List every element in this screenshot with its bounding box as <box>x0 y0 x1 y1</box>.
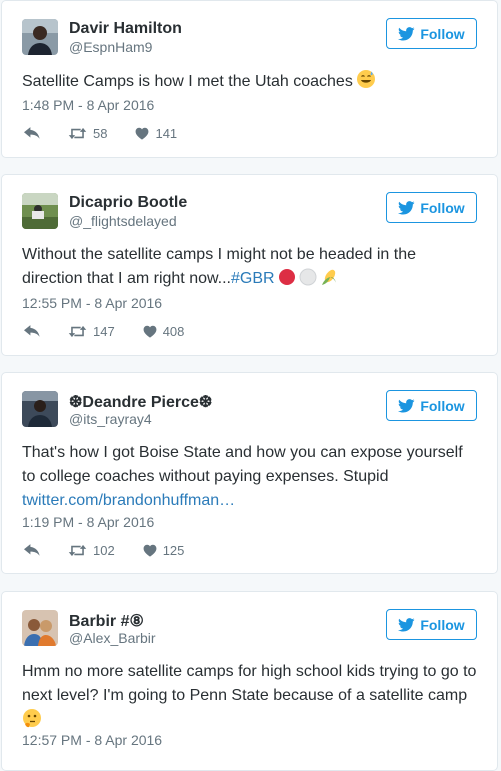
follow-button[interactable]: Follow <box>386 18 477 49</box>
avatar[interactable] <box>22 610 58 646</box>
retweet-button[interactable]: 102 <box>68 543 115 558</box>
avatar[interactable] <box>22 19 58 55</box>
reply-icon <box>24 544 40 557</box>
tweet-text-body: Satellite Camps is how I met the Utah co… <box>22 73 353 90</box>
retweet-icon <box>68 544 87 557</box>
like-button[interactable]: 125 <box>143 542 185 558</box>
tweet-card: Davir Hamilton @EspnHam9 Follow Satellit… <box>1 0 498 158</box>
tweet-text-line: to college coaches without paying expens… <box>22 468 389 485</box>
like-count: 408 <box>162 323 185 339</box>
retweet-button[interactable]: 58 <box>68 126 107 141</box>
retweet-icon <box>68 127 87 140</box>
tweet-text: Without the satellite camps I might not … <box>22 243 482 294</box>
tweet-actions: 58 141 <box>24 123 205 143</box>
tweet-timestamp[interactable]: 12:57 PM - 8 Apr 2016 <box>22 732 162 748</box>
tweet-text-line: direction that I am right now...#GBR <box>22 267 482 294</box>
corn-emoji-icon <box>320 268 338 294</box>
retweet-count: 102 <box>93 542 115 558</box>
author-name[interactable]: Dicaprio Bootle <box>69 194 187 212</box>
heart-icon <box>135 127 149 140</box>
tweet-text: Hmm no more satellite camps for high sch… <box>22 660 482 736</box>
follow-label: Follow <box>420 616 465 633</box>
reply-icon <box>24 325 40 338</box>
tweet-text-fragment: direction that I am right now... <box>22 270 231 287</box>
author-handle[interactable]: @Alex_Barbir <box>69 630 156 646</box>
follow-label: Follow <box>420 397 465 414</box>
retweet-count: 58 <box>93 125 108 141</box>
tweet-timestamp[interactable]: 1:19 PM - 8 Apr 2016 <box>22 514 154 530</box>
twitter-bird-icon <box>398 618 415 632</box>
twitter-bird-icon <box>398 399 415 413</box>
like-count: 141 <box>155 125 178 141</box>
white-circle-emoji-icon <box>299 268 317 294</box>
reply-button[interactable] <box>24 325 40 338</box>
tweet-timestamp[interactable]: 12:55 PM - 8 Apr 2016 <box>22 295 162 311</box>
twitter-bird-icon <box>398 27 415 41</box>
heart-icon <box>143 325 157 338</box>
retweet-button[interactable]: 147 <box>68 324 115 339</box>
tweet-text-line: Without the satellite camps I might not … <box>22 246 417 263</box>
like-button[interactable]: 141 <box>135 126 177 141</box>
tweet-card: ❆Deandre Pierce❆ @its_rayray4 Follow Tha… <box>1 372 498 574</box>
author-handle[interactable]: @EspnHam9 <box>69 39 152 55</box>
author-name[interactable]: Barbir #⑧ <box>69 611 144 631</box>
follow-label: Follow <box>420 25 465 42</box>
tweet-text: Satellite Camps is how I met the Utah co… <box>22 69 482 97</box>
author-handle[interactable]: @its_rayray4 <box>69 411 152 427</box>
tweet-timestamp[interactable]: 1:48 PM - 8 Apr 2016 <box>22 97 154 113</box>
tweet-text-line: next level? I'm going to Penn State beca… <box>22 687 468 704</box>
reply-button[interactable] <box>24 127 40 140</box>
follow-button[interactable]: Follow <box>386 609 477 640</box>
like-count: 125 <box>162 542 185 558</box>
reply-button[interactable] <box>24 544 40 557</box>
author-name[interactable]: ❆Deandre Pierce❆ <box>69 392 212 412</box>
follow-button[interactable]: Follow <box>386 192 477 223</box>
twitter-bird-icon <box>398 201 415 215</box>
tweet-actions: 102 125 <box>24 540 212 560</box>
tweet-actions: 147 408 <box>24 321 212 341</box>
like-button[interactable]: 408 <box>143 323 185 339</box>
tweet-text: That's how I got Boise State and how you… <box>22 441 482 513</box>
heart-icon <box>143 544 157 557</box>
retweet-icon <box>68 325 87 338</box>
hashtag-link[interactable]: #GBR <box>231 270 275 287</box>
author-handle[interactable]: @_flightsdelayed <box>69 213 177 229</box>
retweet-count: 147 <box>93 323 115 339</box>
author-name[interactable]: Davir Hamilton <box>69 20 182 38</box>
follow-button[interactable]: Follow <box>386 390 477 421</box>
tweet-card: Barbir #⑧ @Alex_Barbir Follow Hmm no mor… <box>1 591 498 771</box>
avatar[interactable] <box>22 193 58 229</box>
tweet-card: Dicaprio Bootle @_flightsdelayed Follow … <box>1 174 498 356</box>
tweet-url-link[interactable]: twitter.com/brandonhuffman… <box>22 489 482 513</box>
follow-label: Follow <box>420 199 465 216</box>
reply-icon <box>24 127 40 140</box>
grinning-sweat-emoji-icon <box>356 69 376 97</box>
red-circle-emoji-icon <box>278 268 296 294</box>
tweet-text-line: Hmm no more satellite camps for high sch… <box>22 663 477 680</box>
avatar[interactable] <box>22 391 58 427</box>
tweet-text-line: That's how I got Boise State and how you… <box>22 444 463 461</box>
